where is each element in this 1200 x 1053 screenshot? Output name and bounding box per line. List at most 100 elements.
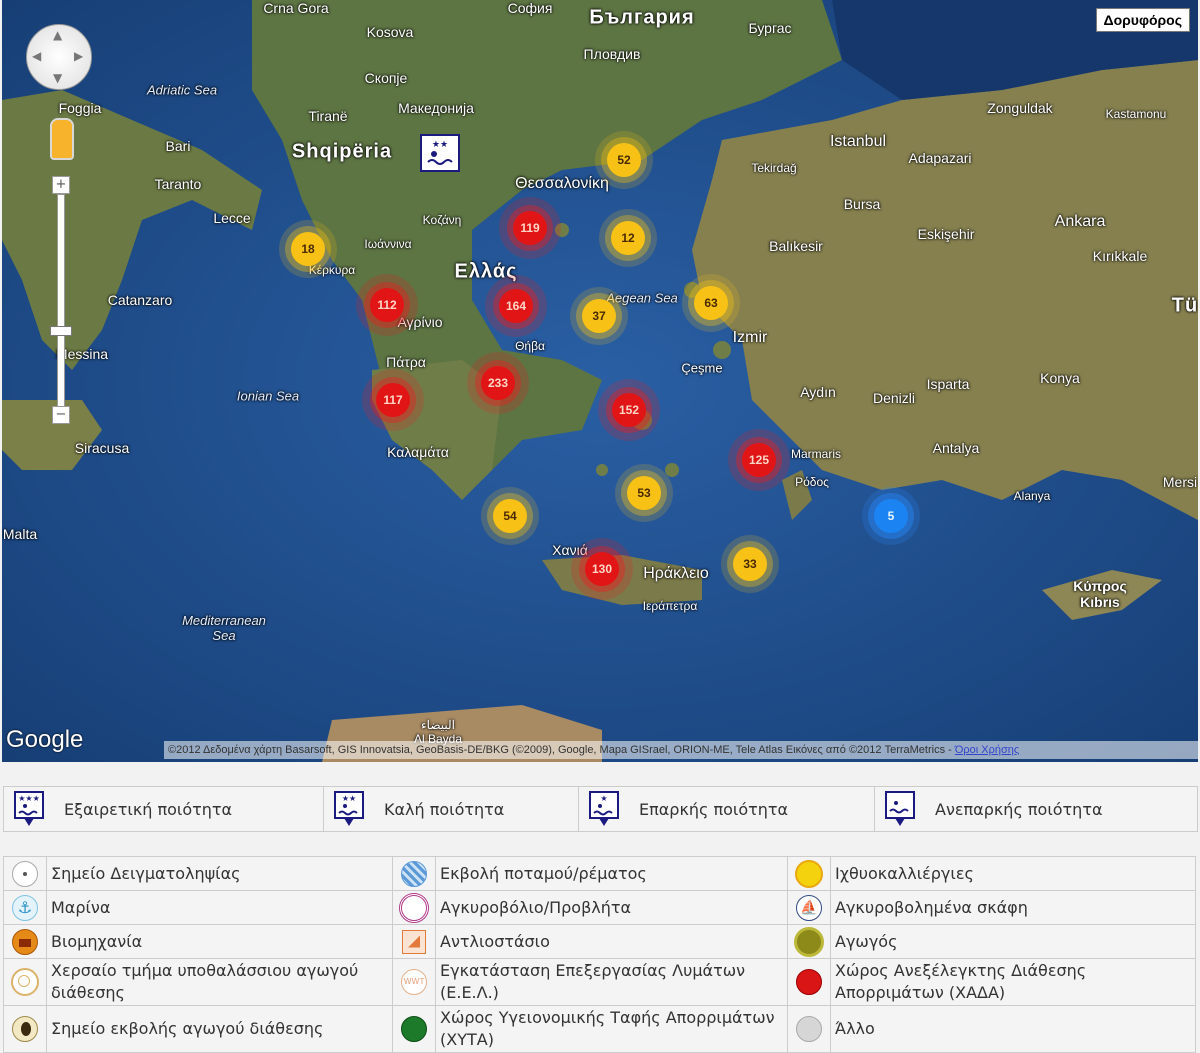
label-turkey: Tü xyxy=(1171,294,1198,317)
label-bari: Bari xyxy=(165,138,191,154)
svg-text:★★: ★★ xyxy=(342,794,356,803)
label-foggia: Foggia xyxy=(58,100,102,116)
cluster-marker[interactable]: 52 xyxy=(607,143,641,177)
label-thiva: Θήβα xyxy=(515,339,545,353)
label-kosova: Kosova xyxy=(366,24,414,40)
cluster-marker[interactable]: 18 xyxy=(291,232,325,266)
label-plovdiv: Пловдив xyxy=(583,46,641,62)
good-quality-icon: ★★ xyxy=(334,791,364,827)
label-tekirdag: Tekirdağ xyxy=(751,161,797,175)
uncontrolled-dump-icon xyxy=(787,958,831,1006)
cluster-marker[interactable]: 233 xyxy=(481,366,515,400)
legend-label: Αγωγός xyxy=(830,924,1196,959)
beach-quality-marker[interactable]: ★★ xyxy=(420,134,460,172)
label-iraklio: Ηράκλειο xyxy=(643,565,709,582)
zoom-track[interactable] xyxy=(57,194,65,408)
cluster-marker[interactable]: 63 xyxy=(694,286,728,320)
cluster-marker[interactable]: 119 xyxy=(513,211,547,245)
pan-left-icon[interactable]: ◀ xyxy=(32,49,41,63)
zoom-out-button[interactable]: − xyxy=(52,406,70,424)
cluster-marker[interactable]: 54 xyxy=(493,499,527,533)
legend-label: Αντλιοστάσιο xyxy=(435,924,788,959)
label-eskisehir: Eskişehir xyxy=(917,226,975,242)
zoom-handle[interactable] xyxy=(50,326,72,336)
label-ionian-sea: Ionian Sea xyxy=(236,388,300,404)
legend-label: Χερσαίο τμήμα υποθαλάσσιου αγωγού διάθεσ… xyxy=(46,958,393,1006)
label-rodos: Ρόδος xyxy=(795,475,829,489)
quality-label: Καλή ποιότητα xyxy=(384,799,505,819)
label-mersin: Mersi xyxy=(1162,474,1198,490)
quality-label: Εξαιρετική ποιότητα xyxy=(64,799,233,819)
label-greece: Ελλάς xyxy=(454,260,518,283)
label-siracusa: Siracusa xyxy=(74,440,130,456)
legend-label: Εγκατάσταση Επεξεργασίας Λυμάτων (Ε.Ε.Λ.… xyxy=(435,958,788,1006)
legend-label: Αγκυροβόλιο/Προβλήτα xyxy=(435,890,788,925)
label-burgas: Бургас xyxy=(748,20,792,36)
quality-label: Ανεπαρκής ποιότητα xyxy=(935,799,1103,819)
zoom-slider[interactable]: + − xyxy=(50,176,72,424)
terms-link[interactable]: Όροι Χρήσης xyxy=(955,744,1019,756)
quality-good: ★★ Καλή ποιότητα xyxy=(324,787,579,831)
label-malta: Malta xyxy=(2,526,38,542)
label-marmaris: Marmaris xyxy=(791,447,841,461)
cluster-marker[interactable]: 112 xyxy=(370,288,404,322)
label-ioannina: Ιωάννινα xyxy=(364,237,412,251)
map-view[interactable]: Shqipëria България Ελλάς Tü Adriatic Sea… xyxy=(2,0,1198,762)
label-alanya: Alanya xyxy=(1013,489,1051,503)
label-agrinio: Αγρίνιο xyxy=(397,314,443,330)
pan-control[interactable]: ▲ ▼ ◀ ▶ xyxy=(26,24,92,90)
cluster-marker[interactable]: 130 xyxy=(585,552,619,586)
industry-icon xyxy=(3,924,47,959)
legend-label: Άλλο xyxy=(830,1005,1196,1053)
cluster-marker[interactable]: 37 xyxy=(582,299,616,333)
pier-icon xyxy=(392,890,436,925)
legend-label: Ιχθυοκαλλιέργιες xyxy=(830,856,1196,891)
label-taranto: Taranto xyxy=(154,176,202,192)
cluster-marker[interactable]: 117 xyxy=(376,383,410,417)
label-thessaloniki: Θεσσαλονίκη xyxy=(515,175,609,192)
marina-anchor-icon: ⚓ xyxy=(3,890,47,925)
legend-label: Σημείο Δειγματοληψίας xyxy=(46,856,393,891)
label-denizli: Denizli xyxy=(872,390,916,406)
cluster-marker[interactable]: 164 xyxy=(499,289,533,323)
legend-label: Σημείο εκβολής αγωγού διάθεσης xyxy=(46,1005,393,1053)
label-cesme: Çeşme xyxy=(681,360,723,376)
cluster-marker[interactable]: 53 xyxy=(627,476,661,510)
label-crna-gora: Crna Gora xyxy=(263,0,329,16)
label-kastamonu: Kastamonu xyxy=(1105,107,1167,121)
cluster-marker[interactable]: 125 xyxy=(742,443,776,477)
pressure-legend: Σημείο Δειγματοληψίας Εκβολή ποταμού/ρέμ… xyxy=(3,856,1196,1053)
label-antalya: Antalya xyxy=(932,440,980,456)
cluster-marker[interactable]: 33 xyxy=(733,547,767,581)
river-mouth-icon xyxy=(392,856,436,891)
quality-excellent: ★★★ Εξαιρετική ποιότητα xyxy=(4,787,324,831)
label-zonguldak: Zonguldak xyxy=(987,100,1053,116)
label-tirane: Tiranë xyxy=(308,108,348,124)
label-istanbul: Istanbul xyxy=(829,133,887,150)
cluster-marker[interactable]: 12 xyxy=(611,221,645,255)
label-aegean-sea: Aegean Sea xyxy=(606,290,678,306)
label-adapazari: Adapazari xyxy=(908,150,972,166)
outfall-point-icon xyxy=(3,1005,47,1053)
pan-right-icon[interactable]: ▶ xyxy=(74,49,83,63)
label-ierapetra: Ιεράπετρα xyxy=(642,599,698,613)
legend-row: Σημείο Δειγματοληψίας Εκβολή ποταμού/ρέμ… xyxy=(3,856,1196,891)
label-patra: Πάτρα xyxy=(386,354,426,370)
zoom-in-button[interactable]: + xyxy=(52,176,70,194)
satellite-button[interactable]: Δορυφόρος xyxy=(1095,8,1190,32)
legend-row: ⚓ Μαρίνα Αγκυροβόλιο/Προβλήτα ⛵ Αγκυροβο… xyxy=(3,890,1196,925)
label-aydin: Aydın xyxy=(800,384,836,400)
legend-label: Μαρίνα xyxy=(46,890,393,925)
label-cyprus: Κύπρος Kıbrıs xyxy=(1073,578,1127,610)
legend-label: Βιομηχανία xyxy=(46,924,393,959)
quality-label: Επαρκής ποιότητα xyxy=(639,799,789,819)
legend-row: Σημείο εκβολής αγωγού διάθεσης Χώρος Υγε… xyxy=(3,1005,1196,1053)
legend-label: Χώρος Υγειονομικής Ταφής Απορριμάτων (ΧΥ… xyxy=(435,1005,788,1053)
outfall-land-section-icon xyxy=(3,958,47,1006)
cluster-marker[interactable]: 152 xyxy=(612,393,646,427)
cluster-marker[interactable]: 5 xyxy=(874,499,908,533)
landfill-icon xyxy=(392,1005,436,1053)
pan-up-icon[interactable]: ▲ xyxy=(53,28,62,42)
street-view-pegman-icon[interactable] xyxy=(50,118,74,160)
pan-down-icon[interactable]: ▼ xyxy=(53,71,62,85)
